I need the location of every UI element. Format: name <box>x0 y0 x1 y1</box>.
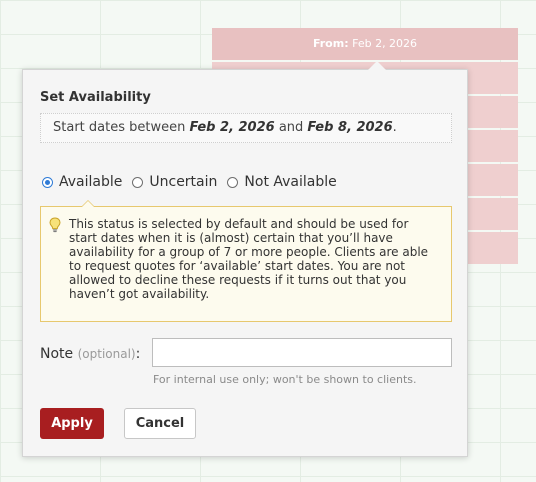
radio-button[interactable] <box>132 176 144 188</box>
note-label-colon: : <box>135 346 141 362</box>
set-availability-popover: Set Availability Start dates between Feb… <box>22 61 468 457</box>
status-info-text: This status is selected by default and s… <box>69 217 429 301</box>
range-start-date: Feb 2, 2026 <box>189 120 275 135</box>
info-box-arrow <box>81 200 95 207</box>
popover-title: Set Availability <box>40 90 151 105</box>
popover-arrow <box>368 61 386 70</box>
note-optional-hint: (optional) <box>77 347 136 361</box>
radio-uncertain-label[interactable]: Uncertain <box>149 174 217 190</box>
range-prefix: Start dates between <box>53 120 190 135</box>
radio-button-checked[interactable] <box>42 176 53 188</box>
calendar-header-label: From: <box>312 37 349 50</box>
availability-radio-group: Available Uncertain Not Available <box>42 174 347 190</box>
range-end-date: Feb 8, 2026 <box>307 120 393 135</box>
note-help-text: For internal use only; won't be shown to… <box>153 373 417 386</box>
status-info-box: This status is selected by default and s… <box>40 200 452 322</box>
radio-available[interactable]: Available <box>42 174 122 190</box>
radio-uncertain[interactable]: Uncertain <box>132 174 217 190</box>
radio-available-label[interactable]: Available <box>59 174 122 190</box>
date-range-summary: Start dates between Feb 2, 2026 and Feb … <box>40 113 452 143</box>
radio-button[interactable] <box>227 176 239 188</box>
cancel-button[interactable]: Cancel <box>124 408 196 439</box>
range-suffix: . <box>392 120 397 135</box>
calendar-header-date: Feb 2, 2026 <box>352 37 418 50</box>
lightbulb-icon <box>49 217 61 233</box>
radio-not-available[interactable]: Not Available <box>227 174 337 190</box>
note-input[interactable] <box>152 338 452 367</box>
range-conjunction: and <box>274 120 308 135</box>
calendar-range-header: From: Feb 2, 2026 <box>212 28 518 60</box>
radio-not-available-label[interactable]: Not Available <box>244 174 336 190</box>
note-label-text: Note <box>40 346 74 362</box>
apply-button[interactable]: Apply <box>40 408 104 439</box>
note-label: Note (optional): <box>40 346 140 362</box>
